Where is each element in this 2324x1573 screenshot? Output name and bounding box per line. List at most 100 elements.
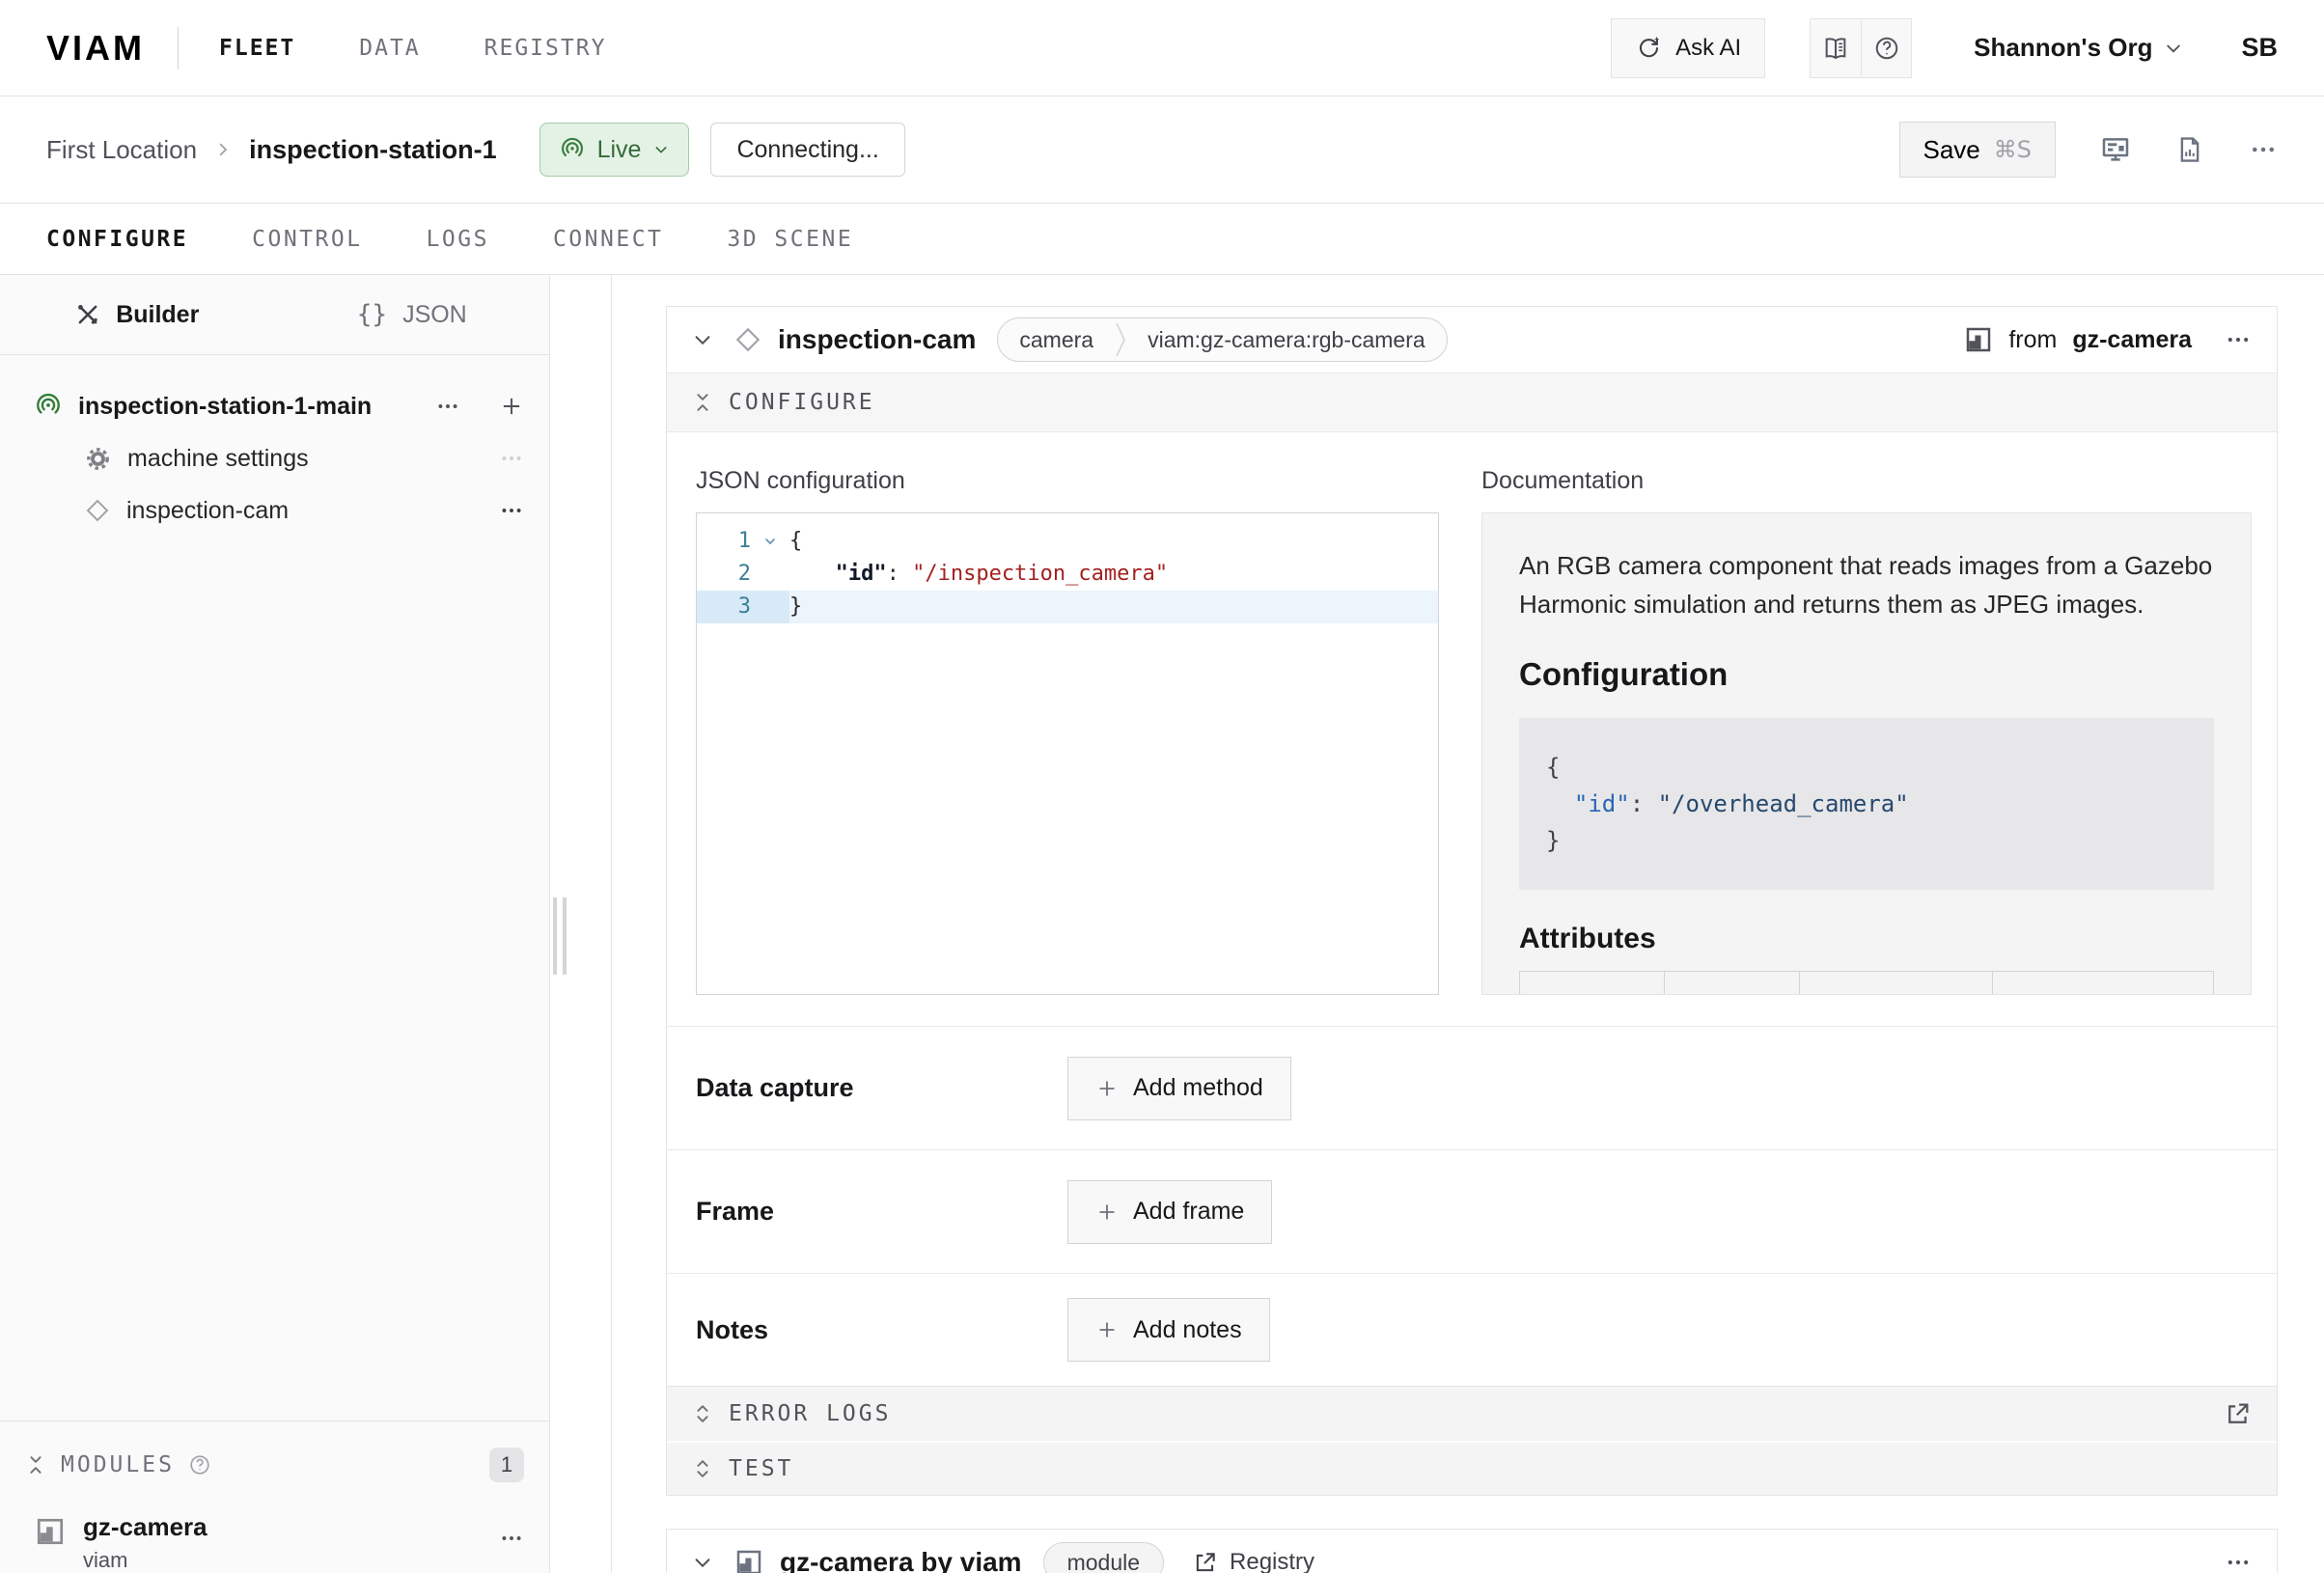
line-number: 1 [697,525,751,558]
item-overflow-menu[interactable] [499,446,524,471]
help-button[interactable] [1861,19,1911,77]
ellipsis-icon [499,446,524,471]
json-mode-label: JSON [402,301,467,329]
builder-mode-button[interactable]: Builder [0,301,275,329]
documentation-panel[interactable]: An RGB camera component that reads image… [1481,512,2252,995]
add-method-label: Add method [1133,1074,1263,1102]
configure-section-body: JSON configuration 1 { [667,432,2277,1026]
tab-logs[interactable]: LOGS [427,227,489,252]
live-label: Live [597,136,642,164]
json-config-editor[interactable]: 1 { 2 [696,512,1439,995]
configure-page-body: Builder {} JSON inspection [0,275,2324,1573]
modules-count-badge: 1 [489,1448,524,1482]
monitor-icon [2100,134,2131,165]
error-logs-label: ERROR LOGS [729,1401,891,1426]
registry-link-label: Registry [1230,1549,1314,1573]
save-shortcut: ⌘S [1994,136,2032,163]
ellipsis-icon [499,498,524,523]
nav-fleet[interactable]: FLEET [219,36,295,61]
component-model: viam:gz-camera:rgb-camera [1126,327,1447,353]
breadcrumb-separator-icon [214,141,232,158]
external-link-icon[interactable] [2225,1400,2252,1427]
machine-tabs: CONFIGURE CONTROL LOGS CONNECT 3D SCENE [0,203,2324,275]
module-list-item[interactable]: gz-camera viam [0,1495,549,1573]
code-token-string: "/inspection_camera" [912,562,1168,586]
item-overflow-menu[interactable] [499,498,524,523]
data-capture-label: Data capture [696,1073,1067,1103]
expand-icon [692,1458,713,1479]
tab-control[interactable]: CONTROL [252,227,362,252]
nav-data[interactable]: DATA [359,36,420,61]
tab-configure[interactable]: CONFIGURE [46,227,188,252]
ai-sparkle-icon [1635,35,1662,62]
collapse-chevron-icon[interactable] [692,1552,713,1573]
error-logs-bar[interactable]: ERROR LOGS [667,1386,2277,1441]
add-component-button[interactable] [499,394,524,419]
config-sidebar: Builder {} JSON inspection [0,275,550,1573]
plus-icon [1095,1318,1119,1341]
tree-item-machine-settings[interactable]: machine settings [0,432,549,484]
collapse-chevron-icon[interactable] [692,329,713,350]
tree-item-main-part[interactable]: inspection-station-1-main [0,380,549,432]
tree-item-inspection-cam[interactable]: inspection-cam [0,484,549,537]
machine-monitor-button[interactable] [2100,134,2131,165]
module-card-header: gz-camera by viam module Registry [667,1530,2277,1573]
component-overflow-menu[interactable] [2225,326,2252,353]
connection-status-button[interactable]: Connecting... [710,123,904,177]
notes-row: Notes Add notes [667,1273,2277,1386]
builder-mode-label: Builder [116,301,199,329]
connection-status-label: Connecting... [736,136,878,164]
nav-divider [178,27,179,69]
save-label: Save [1923,135,1980,165]
test-bar[interactable]: TEST [667,1441,2277,1495]
ask-ai-button[interactable]: Ask AI [1611,18,1765,78]
component-card-header: inspection-cam camera viam:gz-camera:rgb… [667,307,2277,373]
configure-section-bar[interactable]: CONFIGURE [667,373,2277,432]
breadcrumb-location[interactable]: First Location [46,135,197,165]
documentation-configuration-heading: Configuration [1519,656,2214,693]
ask-ai-label: Ask AI [1675,35,1741,62]
documentation-label: Documentation [1481,467,2252,495]
tab-3d-scene[interactable]: 3D SCENE [727,227,853,252]
modules-header[interactable]: MODULES 1 [0,1435,549,1495]
component-type: camera [998,327,1115,353]
tab-connect[interactable]: CONNECT [553,227,663,252]
registry-link[interactable]: Registry [1193,1549,1314,1573]
code-fold-icon[interactable] [751,525,789,558]
module-icon [35,1516,66,1547]
primary-nav: FLEET DATA REGISTRY [219,36,606,61]
modules-help-icon[interactable] [188,1453,211,1476]
chevron-down-icon [653,142,669,157]
line-number: 3 [697,591,751,623]
user-avatar[interactable]: SB [2241,33,2278,63]
notes-label: Notes [696,1315,1067,1345]
org-switcher[interactable]: Shannon's Org [1974,33,2183,63]
add-method-button[interactable]: Add method [1067,1057,1291,1120]
document-chart-icon [2175,135,2204,164]
json-mode-button[interactable]: {} JSON [275,300,550,329]
module-overflow-menu[interactable] [499,1526,524,1551]
machine-overflow-menu[interactable] [2249,135,2278,164]
component-card-inspection-cam: inspection-cam camera viam:gz-camera:rgb… [666,306,2278,1496]
editor-line: 2 "id": "/inspection_camera" [697,558,1438,591]
nav-registry[interactable]: REGISTRY [484,36,607,61]
ellipsis-icon [2225,326,2252,353]
help-button-group [1810,18,1912,78]
viam-logo[interactable]: VIAM [46,28,145,69]
plus-icon [499,394,524,419]
component-diamond-icon [85,498,110,523]
from-module-info: from gz-camera [1964,325,2192,354]
code-token: { [1546,754,1560,781]
frame-row: Frame Add frame [667,1149,2277,1273]
module-card-overflow-menu[interactable] [2225,1549,2252,1573]
add-frame-button[interactable]: Add frame [1067,1180,1272,1244]
part-overflow-menu[interactable] [435,394,460,419]
add-notes-button[interactable]: Add notes [1067,1298,1270,1362]
ellipsis-icon [2225,1549,2252,1573]
sidebar-resize-handle[interactable] [553,897,567,975]
live-status-badge[interactable]: Live [540,123,690,177]
docs-button[interactable] [1811,19,1861,77]
code-token: { [789,529,802,553]
machine-report-button[interactable] [2175,135,2204,164]
save-button[interactable]: Save ⌘S [1899,122,2057,178]
